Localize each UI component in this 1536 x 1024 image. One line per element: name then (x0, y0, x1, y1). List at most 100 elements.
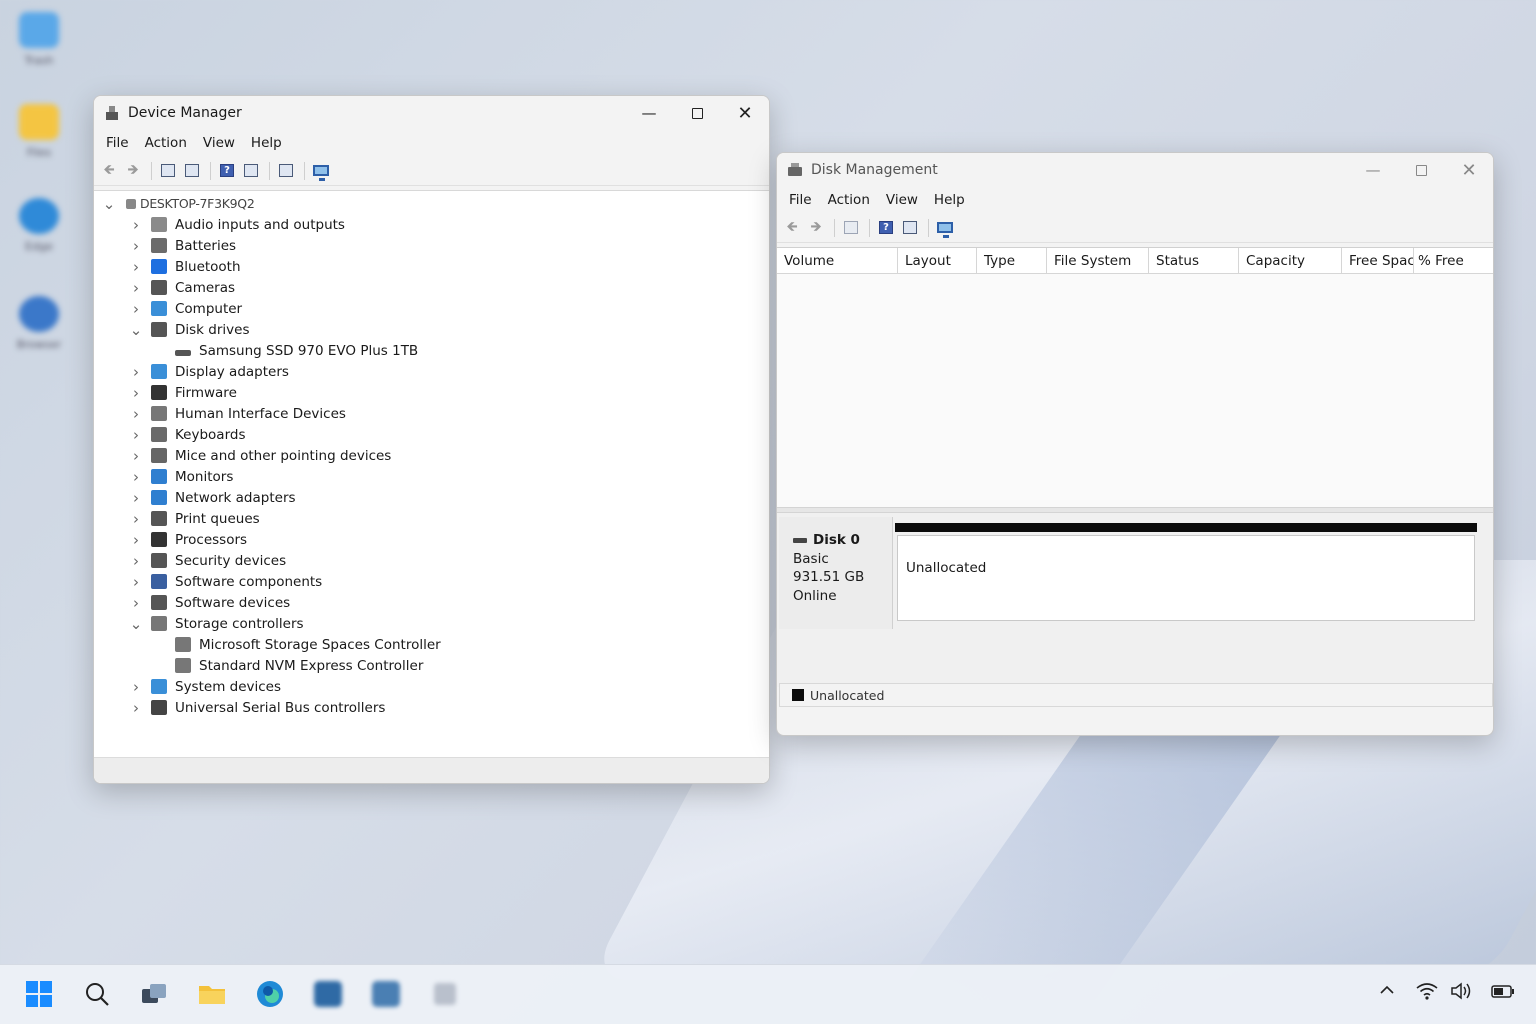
tree-category-row[interactable]: › Monitors (94, 466, 769, 487)
tree-category-row[interactable]: › Security devices (94, 550, 769, 571)
tree-root-computer[interactable]: ⌄ DESKTOP-7F3K9Q2 (94, 193, 769, 214)
battery-button[interactable] (1490, 981, 1516, 1005)
chevron-down-icon[interactable]: ⌄ (102, 196, 116, 211)
show-hide-console-tree-icon[interactable] (840, 217, 862, 239)
tree-category-row[interactable]: › Keyboards (94, 424, 769, 445)
column-header-status[interactable]: Status (1149, 248, 1239, 273)
rescan-disks-icon[interactable] (934, 217, 956, 239)
disk-0-label[interactable]: Disk 0 Basic 931.51 GB Online (779, 517, 893, 629)
properties-icon[interactable] (181, 160, 203, 182)
desktop-icon-edge[interactable]: Edge (14, 198, 64, 253)
tree-category-row[interactable]: › Software components (94, 571, 769, 592)
menu-action[interactable]: Action (820, 192, 878, 208)
tree-category-row[interactable]: › Bluetooth (94, 256, 769, 277)
tree-category-row[interactable]: › Computer (94, 298, 769, 319)
tree-category-row[interactable]: › Print queues (94, 508, 769, 529)
chevron-right-icon[interactable]: › (129, 363, 143, 381)
forward-arrow-icon[interactable]: 🡺 (122, 160, 144, 182)
chevron-down-icon[interactable]: ⌄ (129, 322, 143, 337)
menu-file[interactable]: File (98, 135, 137, 151)
show-hide-console-tree-icon[interactable] (157, 160, 179, 182)
close-button[interactable]: ✕ (721, 96, 769, 130)
chevron-right-icon[interactable]: › (129, 699, 143, 717)
back-arrow-icon[interactable]: 🡸 (781, 217, 803, 239)
column-header-capacity[interactable]: Capacity (1239, 248, 1342, 273)
maximize-button[interactable] (673, 96, 721, 130)
tree-category-row[interactable]: › Universal Serial Bus controllers (94, 697, 769, 718)
network-button[interactable] (1416, 981, 1438, 1005)
chevron-right-icon[interactable]: › (129, 279, 143, 297)
column-header-percent-free[interactable]: % Free (1414, 248, 1493, 273)
pinned-app-1-button[interactable] (313, 979, 343, 1009)
start-button[interactable] (24, 979, 54, 1009)
tree-device-row[interactable]: Microsoft Storage Spaces Controller (94, 634, 769, 655)
show-hidden-icons-button[interactable] (1378, 981, 1396, 1003)
tree-category-row[interactable]: › Mice and other pointing devices (94, 445, 769, 466)
chevron-right-icon[interactable]: › (129, 300, 143, 318)
column-header-file-system[interactable]: File System (1047, 248, 1149, 273)
disk-management-titlebar[interactable]: Disk Management — ✕ (777, 153, 1493, 187)
search-button[interactable] (82, 979, 112, 1009)
chevron-right-icon[interactable]: › (129, 258, 143, 276)
help-icon[interactable]: ? (875, 217, 897, 239)
menu-action[interactable]: Action (137, 135, 195, 151)
chevron-right-icon[interactable]: › (129, 216, 143, 234)
tree-category-row[interactable]: › Firmware (94, 382, 769, 403)
maximize-button[interactable] (1397, 153, 1445, 187)
tree-category-row[interactable]: › Cameras (94, 277, 769, 298)
column-header-layout[interactable]: Layout (898, 248, 977, 273)
menu-file[interactable]: File (781, 192, 820, 208)
column-header-free-space[interactable]: Free Space (1342, 248, 1414, 273)
chevron-right-icon[interactable]: › (129, 552, 143, 570)
show-action-pane-icon[interactable] (240, 160, 262, 182)
desktop-icon-files[interactable]: Files (14, 104, 64, 159)
tree-category-row[interactable]: › Processors (94, 529, 769, 550)
tree-category-row[interactable]: › System devices (94, 676, 769, 697)
tree-category-row[interactable]: › Network adapters (94, 487, 769, 508)
tree-category-row[interactable]: › Batteries (94, 235, 769, 256)
pinned-app-3-button[interactable] (430, 979, 460, 1009)
close-button[interactable]: ✕ (1445, 153, 1493, 187)
chevron-right-icon[interactable]: › (129, 468, 143, 486)
chevron-right-icon[interactable]: › (129, 594, 143, 612)
menu-help[interactable]: Help (243, 135, 290, 151)
device-manager-titlebar[interactable]: Device Manager — ✕ (94, 96, 769, 130)
chevron-right-icon[interactable]: › (129, 384, 143, 402)
chevron-right-icon[interactable]: › (129, 405, 143, 423)
show-action-pane-icon[interactable] (899, 217, 921, 239)
desktop-icon-browser[interactable]: Browser (14, 296, 64, 351)
unallocated-partition[interactable]: Unallocated (897, 535, 1475, 621)
desktop-icon-recycle-bin[interactable]: Trash (14, 12, 64, 67)
chevron-right-icon[interactable]: › (129, 426, 143, 444)
forward-arrow-icon[interactable]: 🡺 (805, 217, 827, 239)
tree-device-row[interactable]: Samsung SSD 970 EVO Plus 1TB (94, 340, 769, 361)
back-arrow-icon[interactable]: 🡸 (98, 160, 120, 182)
minimize-button[interactable]: — (625, 96, 673, 130)
column-header-volume[interactable]: Volume (777, 248, 898, 273)
chevron-right-icon[interactable]: › (129, 531, 143, 549)
tree-category-row[interactable]: › Audio inputs and outputs (94, 214, 769, 235)
tree-category-row[interactable]: › Display adapters (94, 361, 769, 382)
pinned-app-2-button[interactable] (371, 979, 401, 1009)
chevron-down-icon[interactable]: ⌄ (129, 616, 143, 631)
chevron-right-icon[interactable]: › (129, 510, 143, 528)
chevron-right-icon[interactable]: › (129, 489, 143, 507)
update-driver-icon[interactable] (275, 160, 297, 182)
tree-category-row[interactable]: ⌄ Storage controllers (94, 613, 769, 634)
tree-category-row[interactable]: › Human Interface Devices (94, 403, 769, 424)
chevron-right-icon[interactable]: › (129, 678, 143, 696)
edge-button[interactable] (255, 979, 285, 1009)
minimize-button[interactable]: — (1349, 153, 1397, 187)
scan-hardware-changes-icon[interactable] (310, 160, 332, 182)
chevron-right-icon[interactable]: › (129, 237, 143, 255)
menu-view[interactable]: View (878, 192, 926, 208)
help-icon[interactable]: ? (216, 160, 238, 182)
task-view-button[interactable] (139, 979, 169, 1009)
tree-category-row[interactable]: ⌄ Disk drives (94, 319, 769, 340)
volume-button[interactable] (1450, 981, 1474, 1005)
chevron-right-icon[interactable]: › (129, 447, 143, 465)
column-header-type[interactable]: Type (977, 248, 1047, 273)
menu-help[interactable]: Help (926, 192, 973, 208)
tree-category-row[interactable]: › Software devices (94, 592, 769, 613)
file-explorer-button[interactable] (197, 979, 227, 1009)
